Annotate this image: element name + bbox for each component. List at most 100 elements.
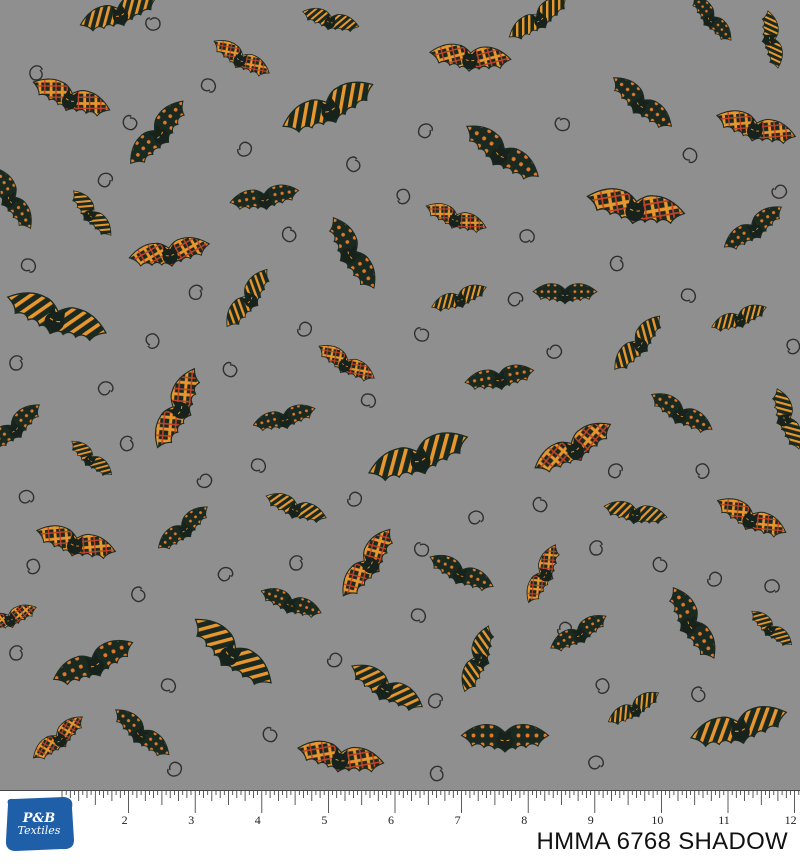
swirl (413, 327, 430, 342)
swirl (167, 761, 183, 777)
bat-motif (534, 422, 612, 473)
swirl (188, 284, 203, 300)
bat-motif (130, 100, 185, 165)
swirl (289, 555, 303, 571)
bat-motif (715, 110, 797, 145)
bat-motif (464, 364, 535, 391)
bat-motif (213, 40, 270, 77)
ruler-number: 12 (785, 813, 797, 827)
bat-motif (612, 77, 672, 129)
swirl (396, 188, 411, 205)
ruler-ticks (61, 791, 800, 813)
swirl (250, 458, 267, 473)
swirl (97, 172, 114, 188)
logo-text: P&B Textiles (2, 796, 76, 852)
swirl (9, 645, 23, 661)
swirl (122, 114, 138, 131)
bat-motif (351, 664, 424, 712)
swirl (18, 489, 35, 504)
bat-motif (128, 237, 211, 267)
bat-motif (460, 724, 550, 753)
bat-motif (603, 500, 668, 525)
swirl (786, 338, 800, 355)
bat-motif (194, 618, 272, 686)
swirl (695, 463, 710, 479)
ruler-number: 3 (188, 813, 194, 827)
bat-motif (428, 43, 512, 72)
bat-motif (716, 498, 787, 538)
bat-motif (668, 586, 716, 659)
bat-motif (157, 506, 208, 550)
swirl (29, 65, 43, 81)
swirl (595, 678, 610, 694)
swirl (20, 258, 37, 273)
swirl (607, 463, 623, 479)
swirl (413, 542, 430, 557)
swirl (9, 355, 23, 371)
swirl (691, 686, 706, 703)
bat-motif (328, 216, 376, 289)
swirl (217, 566, 234, 582)
bat-motif (342, 528, 394, 597)
bat-motif (318, 345, 375, 382)
swirl (532, 496, 548, 513)
bat-motif (761, 10, 783, 69)
swirl (222, 361, 238, 378)
brand-logo: P&B Textiles (2, 796, 76, 852)
ruler-number: 6 (388, 813, 394, 827)
swirl (262, 726, 278, 743)
bat-motif (692, 0, 732, 41)
swirl (326, 652, 343, 668)
bat-motif (425, 203, 487, 234)
swirl (200, 78, 217, 93)
swirl (145, 333, 160, 349)
bat-motif (32, 78, 111, 117)
swirl (145, 17, 161, 31)
bat-motif (689, 706, 788, 748)
bat-motif (35, 525, 117, 560)
swirl (429, 765, 444, 782)
swirl (468, 510, 484, 525)
bat-motif (265, 493, 327, 524)
bat-motif (0, 604, 37, 632)
bat-motif (586, 188, 686, 225)
swirl (26, 558, 41, 575)
ruler-number: 11 (718, 813, 730, 827)
bat-motif (282, 81, 374, 134)
swirl (131, 586, 146, 603)
swirl (546, 344, 563, 359)
bat-motif (296, 740, 385, 773)
bat-motif (71, 440, 113, 477)
ruler-number: 8 (521, 813, 527, 827)
swirl (427, 693, 443, 709)
bat-motif (550, 615, 607, 652)
swirl (346, 156, 361, 173)
bat-motif (431, 284, 487, 312)
swirl (764, 579, 780, 593)
bat-motif (79, 0, 158, 32)
swirl (707, 571, 723, 587)
bat-motif (52, 639, 134, 686)
ruler-numbers: 2 3 4 5 6 7 8 9 10 11 12 (122, 813, 797, 827)
swirl (507, 291, 524, 307)
swirl (519, 229, 535, 243)
bat-motif (0, 167, 32, 230)
swirl (281, 226, 297, 243)
bat-motif (32, 716, 83, 760)
ruler-number: 2 (122, 813, 128, 827)
swirl (196, 473, 213, 489)
swirl (119, 435, 134, 452)
bat-motif (532, 283, 598, 305)
bat-motif (751, 610, 793, 647)
bat-motif (368, 432, 469, 482)
bat-motif (508, 0, 568, 40)
ruler-number: 5 (321, 813, 327, 827)
swirl-decorations (9, 17, 800, 782)
swirl (682, 147, 698, 164)
swirl (771, 184, 788, 199)
bat-motif (0, 404, 41, 452)
bat-motif (154, 367, 201, 449)
swirl (347, 491, 363, 507)
bat-motif (526, 544, 560, 604)
bat-motif (771, 388, 800, 450)
